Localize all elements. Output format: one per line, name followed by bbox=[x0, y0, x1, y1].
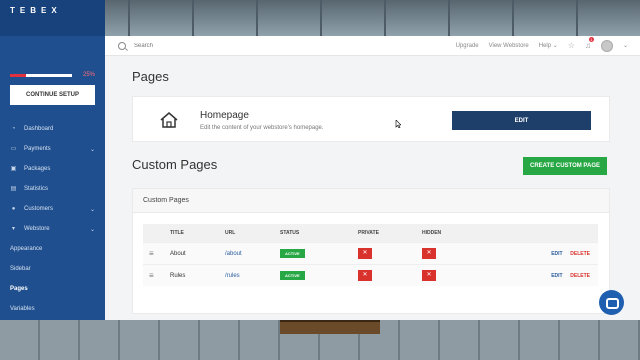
page-title-cell: About bbox=[170, 250, 186, 257]
edit-homepage-button[interactable]: EDIT bbox=[452, 111, 591, 130]
help-label: Help bbox=[538, 43, 552, 49]
table-row: ≡ About /about ACTIVE ✕ ✕ EDIT DELETE bbox=[143, 242, 598, 264]
custom-pages-table: TITLE URL STATUS PRIVATE HIDDEN ≡ About … bbox=[143, 224, 598, 286]
home-icon bbox=[160, 112, 178, 128]
sidebar-item-dashboard[interactable]: ◔ Dashboard bbox=[0, 119, 105, 139]
avatar[interactable] bbox=[600, 39, 613, 52]
tebex-logo[interactable]: TEBEX bbox=[0, 0, 105, 36]
page-title: Pages bbox=[132, 69, 169, 84]
status-badge: ACTIVE bbox=[280, 271, 305, 280]
sidebar-subitem-variables[interactable]: Variables bbox=[0, 299, 105, 319]
create-custom-page-button[interactable]: CREATE CUSTOM PAGE bbox=[523, 157, 607, 175]
setup-progress: 25% bbox=[0, 36, 105, 78]
sidebar-nav: ◔ Dashboard ▭ Payments ⌄ ▣ Packages ▤ St… bbox=[0, 119, 105, 319]
edit-page-button[interactable]: EDIT bbox=[551, 273, 562, 279]
setup-progress-label: 25% bbox=[82, 72, 95, 78]
credit-card-icon: ▭ bbox=[10, 146, 17, 152]
background-crate bbox=[280, 320, 380, 334]
sidebar-item-label: Dashboard bbox=[24, 126, 54, 132]
homepage-card: Homepage Edit the content of your websto… bbox=[132, 96, 610, 142]
users-icon: ● bbox=[11, 206, 16, 212]
notification-badge: 1 bbox=[588, 37, 594, 42]
status-badge: ACTIVE bbox=[280, 249, 305, 258]
hidden-toggle[interactable]: ✕ bbox=[422, 248, 436, 259]
upgrade-link[interactable]: Upgrade bbox=[456, 43, 479, 49]
sidebar-item-label: Payments bbox=[24, 146, 51, 152]
sidebar-item-label: Packages bbox=[24, 166, 51, 172]
sidebar-subitem-sidebar[interactable]: Sidebar bbox=[0, 259, 105, 279]
table-row: ≡ Rules /rules ACTIVE ✕ ✕ EDIT DELETE bbox=[143, 264, 598, 286]
page-url-link[interactable]: /about bbox=[225, 251, 280, 257]
chevron-down-icon[interactable]: ⌄ bbox=[623, 42, 628, 49]
top-bar: Upgrade View Webstore Help ⌄ ☆ ♫1 ⌄ bbox=[105, 36, 640, 56]
chevron-down-icon: ⌄ bbox=[89, 226, 95, 233]
search-icon[interactable] bbox=[118, 41, 126, 50]
sidebar-item-payments[interactable]: ▭ Payments ⌄ bbox=[0, 139, 105, 159]
bar-chart-icon: ▤ bbox=[10, 186, 17, 192]
edit-page-button[interactable]: EDIT bbox=[551, 251, 562, 257]
view-webstore-link[interactable]: View Webstore bbox=[489, 43, 529, 49]
help-menu[interactable]: Help ⌄ bbox=[539, 42, 558, 49]
page-url-link[interactable]: /rules bbox=[225, 273, 280, 279]
search-input[interactable] bbox=[134, 42, 334, 49]
sidebar-item-statistics[interactable]: ▤ Statistics bbox=[0, 179, 105, 199]
sidebar-subitem-pages[interactable]: Pages bbox=[0, 279, 105, 299]
hidden-toggle[interactable]: ✕ bbox=[422, 270, 436, 281]
sidebar-item-packages[interactable]: ▣ Packages bbox=[0, 159, 105, 179]
continue-setup-button[interactable]: CONTINUE SETUP bbox=[10, 85, 95, 105]
chevron-down-icon: ⌄ bbox=[89, 206, 95, 213]
custom-pages-card-title: Custom Pages bbox=[133, 189, 609, 213]
column-status: STATUS bbox=[280, 230, 300, 236]
drag-handle-icon[interactable]: ≡ bbox=[143, 271, 170, 280]
mouse-cursor-icon bbox=[395, 120, 401, 128]
drag-handle-icon[interactable]: ≡ bbox=[143, 249, 170, 258]
sidebar: 25% CONTINUE SETUP ◔ Dashboard ▭ Payment… bbox=[0, 36, 105, 320]
homepage-description: Edit the content of your webstore's home… bbox=[200, 125, 324, 131]
column-url: URL bbox=[225, 230, 236, 236]
setup-progress-fill bbox=[10, 73, 26, 77]
sidebar-item-label: Customers bbox=[24, 206, 54, 212]
delete-page-button[interactable]: DELETE bbox=[570, 251, 590, 257]
column-title: TITLE bbox=[170, 230, 184, 236]
private-toggle[interactable]: ✕ bbox=[358, 270, 372, 281]
star-icon[interactable]: ☆ bbox=[568, 41, 575, 50]
sidebar-item-webstore[interactable]: ▾ Webstore ⌄ bbox=[0, 219, 105, 239]
table-header: TITLE URL STATUS PRIVATE HIDDEN bbox=[143, 224, 598, 242]
private-toggle[interactable]: ✕ bbox=[358, 248, 372, 259]
homepage-title: Homepage bbox=[200, 110, 249, 121]
main-content: Pages Homepage Edit the content of your … bbox=[105, 56, 640, 320]
sidebar-item-label: Statistics bbox=[24, 186, 49, 192]
speedometer-icon: ◔ bbox=[11, 126, 16, 132]
chevron-down-icon: ⌄ bbox=[89, 146, 95, 153]
cart-icon: ▾ bbox=[11, 226, 15, 232]
sidebar-item-label: Webstore bbox=[24, 226, 50, 232]
delete-page-button[interactable]: DELETE bbox=[570, 273, 590, 279]
setup-progress-bar bbox=[10, 73, 72, 77]
top-links: Upgrade View Webstore Help ⌄ ☆ ♫ 1 ⌄ bbox=[456, 37, 640, 52]
chat-support-button[interactable] bbox=[599, 290, 624, 315]
column-private: PRIVATE bbox=[358, 230, 379, 236]
sidebar-subitem-appearance[interactable]: Appearance bbox=[0, 239, 105, 259]
sidebar-item-customers[interactable]: ● Customers ⌄ bbox=[0, 199, 105, 219]
chevron-down-icon: ⌄ bbox=[552, 43, 558, 49]
column-hidden: HIDDEN bbox=[422, 230, 442, 236]
custom-pages-heading: Custom Pages bbox=[132, 157, 218, 172]
page-title-cell: Rules bbox=[170, 272, 186, 279]
box-icon: ▣ bbox=[10, 166, 17, 172]
custom-pages-card: Custom Pages TITLE URL STATUS PRIVATE HI… bbox=[132, 188, 610, 314]
bell-icon[interactable]: ♫ 1 bbox=[585, 37, 594, 50]
